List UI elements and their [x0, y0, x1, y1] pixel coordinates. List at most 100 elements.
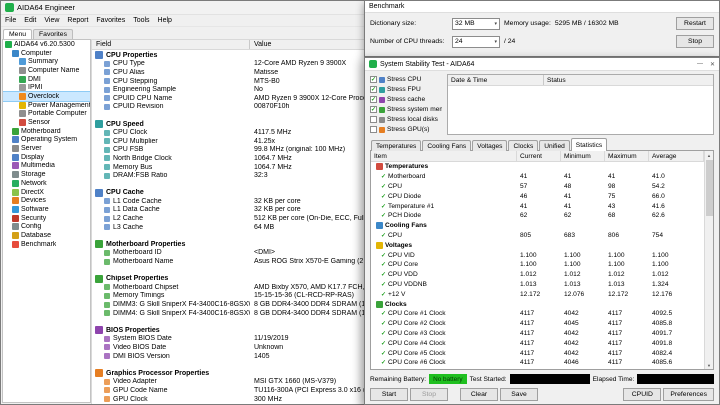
stats-group-row[interactable]: Voltages: [371, 240, 704, 250]
log-status-header[interactable]: Status: [544, 77, 713, 84]
stats-data-row[interactable]: ✓PCH Diode62626862.6: [371, 211, 704, 221]
stats-data-row[interactable]: ✓CPU Core #5 Clock4117404241174082.4: [371, 348, 704, 358]
stats-header-item[interactable]: Item: [371, 151, 517, 161]
stats-group-row[interactable]: Cooling Fans: [371, 221, 704, 231]
menu-item-help[interactable]: Help: [154, 17, 176, 24]
cpu-threads-select[interactable]: 24 ▾: [452, 36, 500, 48]
log-datetime-header[interactable]: Date & Time: [448, 75, 544, 85]
tree-item-directx[interactable]: DirectX: [3, 188, 90, 197]
checkbox-stress-cache[interactable]: ✓: [370, 96, 377, 103]
stats-data-row[interactable]: ✓CPU Core #1 Clock4117404241174092.5: [371, 309, 704, 319]
tree-item-label: Display: [21, 154, 44, 161]
tab-clocks[interactable]: Clocks: [508, 140, 538, 151]
stress-option-stress-fpu[interactable]: ✓Stress FPU: [370, 85, 442, 94]
stats-data-row[interactable]: ✓+12 V12.17212.07612.17212.176: [371, 289, 704, 299]
clear-button[interactable]: Clear: [460, 388, 498, 401]
stats-header-current[interactable]: Current: [517, 151, 561, 161]
checkbox-stress-local-disks[interactable]: [370, 116, 377, 123]
menu-item-file[interactable]: File: [1, 17, 20, 24]
close-icon[interactable]: ✕: [710, 61, 715, 68]
stats-data-row[interactable]: ✓CPU57489854.2: [371, 182, 704, 192]
checkbox-stress-fpu[interactable]: ✓: [370, 86, 377, 93]
tree-item-overclock[interactable]: Overclock: [3, 92, 90, 101]
checkbox-stress-cpu[interactable]: ✓: [370, 76, 377, 83]
tree-item-storage[interactable]: Storage: [3, 170, 90, 179]
dictionary-size-select[interactable]: 32 MB ▾: [452, 18, 500, 30]
stats-value: 4085.6: [649, 359, 704, 366]
stats-header-maximum[interactable]: Maximum: [605, 151, 649, 161]
stress-option-stress-cache[interactable]: ✓Stress cache: [370, 95, 442, 104]
checkbox-stress-gpu-s[interactable]: [370, 126, 377, 133]
tree-item-summary[interactable]: Summary: [3, 57, 90, 66]
stats-value: 4117: [517, 330, 561, 337]
stats-data-row[interactable]: ✓CPU Core #3 Clock4117404241174091.7: [371, 329, 704, 339]
tab-cooling-fans[interactable]: Cooling Fans: [422, 140, 471, 151]
stats-data-row[interactable]: ✓CPU805683806754: [371, 231, 704, 241]
cpuid-button[interactable]: CPUID: [623, 388, 661, 401]
menu-item-report[interactable]: Report: [63, 17, 92, 24]
tree-item-dmi[interactable]: DMI: [3, 75, 90, 84]
sidebar-tab-favorites[interactable]: Favorites: [33, 29, 73, 39]
stats-data-row[interactable]: ✓CPU Core #2 Clock4117404541174085.8: [371, 319, 704, 329]
tree-item-ipmi[interactable]: IPMI: [3, 83, 90, 92]
stats-group-row[interactable]: Clocks: [371, 299, 704, 309]
tree-item-computer-name[interactable]: Computer Name: [3, 66, 90, 75]
tree-item-computer[interactable]: Computer: [3, 49, 90, 58]
stats-data-row[interactable]: ✓CPU Diode46417566.0: [371, 191, 704, 201]
tab-temperatures[interactable]: Temperatures: [371, 140, 421, 151]
tree-item-network[interactable]: Network: [3, 179, 90, 188]
tab-unified[interactable]: Unified: [539, 140, 570, 151]
tree-item-benchmark[interactable]: Benchmark: [3, 240, 90, 249]
stats-data-row[interactable]: ✓Temperature #141414341.6: [371, 201, 704, 211]
tree-item-config[interactable]: Config: [3, 222, 90, 231]
stats-data-row[interactable]: ✓CPU VID1.1001.1001.1001.100: [371, 250, 704, 260]
stats-data-row[interactable]: ✓CPU VDDNB1.0131.0131.0131.324: [371, 280, 704, 290]
stats-data-row[interactable]: ✓Motherboard41414141.0: [371, 172, 704, 182]
restart-button[interactable]: Restart: [676, 17, 714, 30]
save-button[interactable]: Save: [500, 388, 538, 401]
start-button[interactable]: Start: [370, 388, 408, 401]
tab-voltages[interactable]: Voltages: [472, 140, 507, 151]
tree-item-multimedia[interactable]: Multimedia: [3, 162, 90, 171]
checkbox-stress-system-memory[interactable]: ✓: [370, 106, 377, 113]
tree-item-database[interactable]: Database: [3, 231, 90, 240]
tree-item-power-management[interactable]: Power Management: [3, 101, 90, 110]
field-cell: Memory Bus: [92, 164, 250, 171]
stress-option-stress-local-disks[interactable]: Stress local disks: [370, 115, 442, 124]
scroll-up-icon[interactable]: ▲: [705, 151, 713, 159]
benchmark-titlebar[interactable]: Benchmark: [365, 1, 719, 13]
field-column-header[interactable]: Field: [92, 40, 250, 49]
tree-item-motherboard[interactable]: Motherboard: [3, 127, 90, 136]
scrollbar-thumb[interactable]: [706, 160, 713, 216]
tree-item-software[interactable]: Software: [3, 205, 90, 214]
stress-option-stress-system-memory[interactable]: ✓Stress system memory: [370, 105, 442, 114]
tree-item-security[interactable]: Security: [3, 214, 90, 223]
tree-item-portable-computer[interactable]: Portable Computer: [3, 110, 90, 119]
stats-data-row[interactable]: ✓CPU Core1.1001.1001.1001.100: [371, 260, 704, 270]
tab-statistics[interactable]: Statistics: [571, 138, 607, 151]
tree-item-display[interactable]: Display: [3, 153, 90, 162]
stop-button[interactable]: Stop: [676, 35, 714, 48]
menu-item-edit[interactable]: Edit: [20, 17, 40, 24]
stats-data-row[interactable]: ✓CPU Core #6 Clock4117404641174085.6: [371, 358, 704, 368]
stability-titlebar[interactable]: System Stability Test - AIDA64 — ✕: [365, 58, 719, 71]
stats-data-row[interactable]: ✓CPU VDD1.0121.0121.0121.012: [371, 270, 704, 280]
menu-item-favorites[interactable]: Favorites: [92, 17, 129, 24]
stats-header-average[interactable]: Average: [649, 151, 704, 161]
menu-item-view[interactable]: View: [40, 17, 63, 24]
tree-item-operating-system[interactable]: Operating System: [3, 136, 90, 145]
stats-data-row[interactable]: ✓CPU Core #4 Clock4117404241174091.8: [371, 338, 704, 348]
menu-item-tools[interactable]: Tools: [129, 17, 153, 24]
tree-item-sensor[interactable]: Sensor: [3, 118, 90, 127]
scroll-down-icon[interactable]: ▼: [705, 361, 713, 369]
stats-group-row[interactable]: Temperatures: [371, 162, 704, 172]
tree-item-devices[interactable]: Devices: [3, 196, 90, 205]
preferences-button[interactable]: Preferences: [663, 388, 714, 401]
sidebar-tab-menu[interactable]: Menu: [3, 29, 32, 39]
minimize-icon[interactable]: —: [697, 61, 703, 67]
tree-item-aida64-v6-20-5300[interactable]: AIDA64 v6.20.5300: [3, 40, 90, 49]
stats-header-minimum[interactable]: Minimum: [561, 151, 605, 161]
stress-option-stress-cpu[interactable]: ✓Stress CPU: [370, 75, 442, 84]
stress-option-stress-gpu-s[interactable]: Stress GPU(s): [370, 125, 442, 134]
tree-item-server[interactable]: Server: [3, 144, 90, 153]
